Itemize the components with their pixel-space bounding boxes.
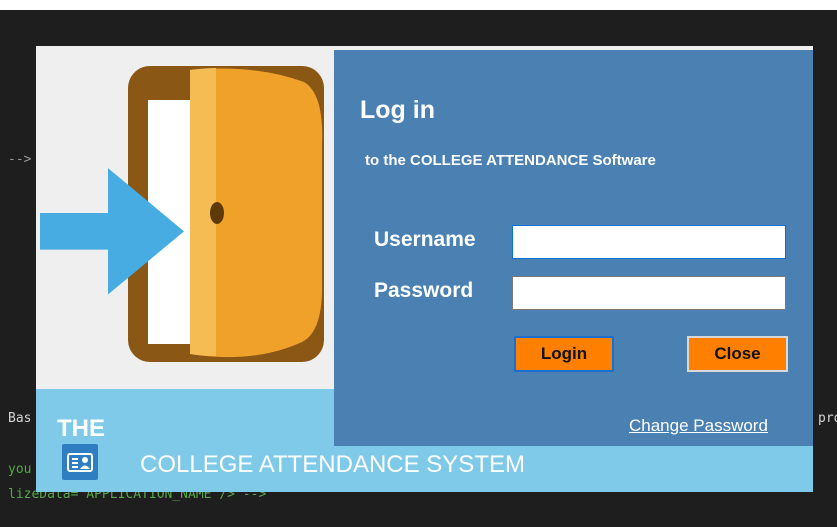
background-code-line: --> (8, 152, 32, 167)
door-enter-icon (40, 66, 324, 362)
background-code-line: you (8, 462, 32, 477)
dialog-title: Log in (360, 96, 435, 124)
system-name: COLLEGE ATTENDANCE SYSTEM (140, 451, 525, 478)
login-panel: Log in to the COLLEGE ATTENDANCE Softwar… (334, 50, 813, 446)
change-password-link[interactable]: Change Password (629, 416, 768, 436)
close-button[interactable]: Close (687, 336, 788, 372)
login-button[interactable]: Login (514, 336, 614, 372)
login-dialog: THE COLLEGE ATTENDANCE SYSTEM Log in to … (36, 46, 813, 492)
password-input[interactable] (512, 276, 786, 310)
username-input[interactable] (512, 225, 786, 259)
dialog-subtitle: to the COLLEGE ATTENDANCE Software (365, 152, 656, 169)
id-card-icon (62, 444, 98, 480)
username-label: Username (374, 228, 476, 251)
background-code-line: pro (818, 411, 837, 426)
password-label: Password (374, 279, 474, 302)
background-code-line: Bas (8, 411, 32, 426)
window-top-edge (0, 0, 837, 10)
footer-the: THE (57, 415, 105, 442)
